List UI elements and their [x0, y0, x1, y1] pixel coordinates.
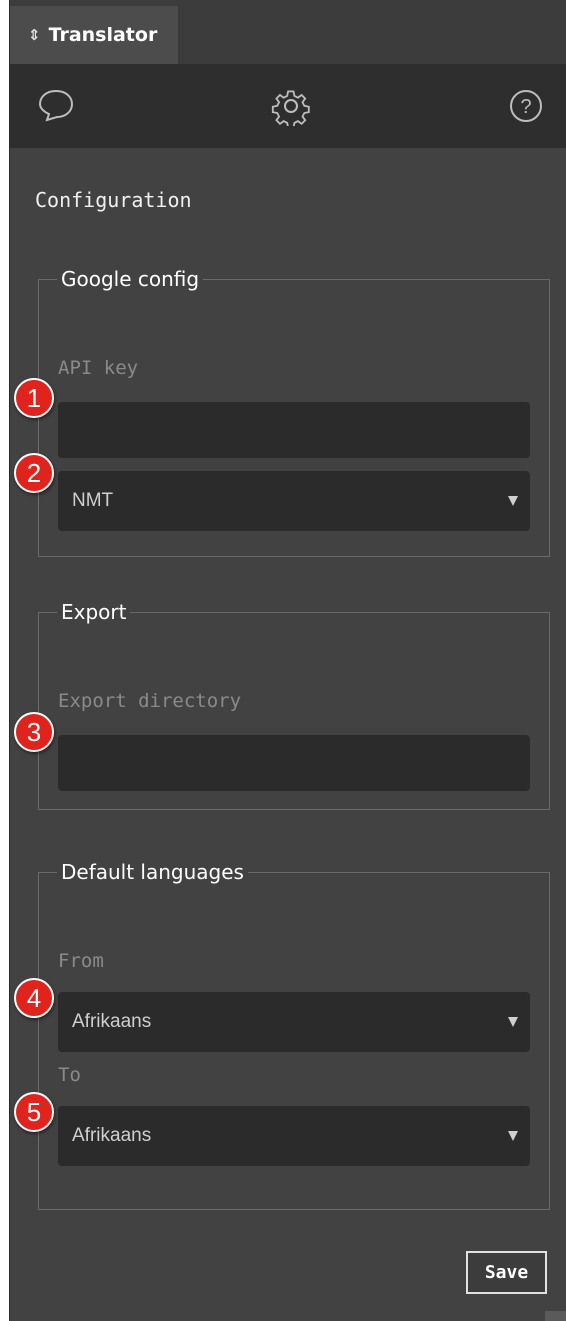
from-language-select[interactable]: Afrikaans	[58, 992, 530, 1052]
annotation-badge-3: 3	[14, 712, 54, 752]
dropdown-arrow-icon	[508, 496, 518, 506]
dropdown-arrow-icon	[508, 1017, 518, 1027]
default-languages-group: Default languages From Afrikaans To Afri…	[38, 860, 550, 1210]
dropdown-arrow-icon	[508, 1131, 518, 1141]
model-select-value: NMT	[72, 490, 114, 511]
tab-translator[interactable]: ⇕ Translator	[10, 6, 178, 64]
export-legend: Export	[61, 600, 127, 624]
api-key-input[interactable]	[58, 402, 530, 458]
sort-icon: ⇕	[28, 26, 41, 44]
from-language-value: Afrikaans	[72, 1011, 152, 1032]
gear-icon[interactable]	[266, 81, 316, 131]
annotation-badge-2: 2	[14, 453, 54, 493]
default-languages-legend: Default languages	[61, 860, 244, 884]
resize-corner	[545, 1311, 566, 1321]
to-language-value: Afrikaans	[72, 1125, 152, 1146]
configuration-form: Configuration Google config API key NMT …	[10, 148, 566, 1321]
export-directory-input[interactable]	[58, 735, 530, 791]
annotation-badge-1: 1	[14, 378, 54, 418]
page-title: Configuration	[35, 188, 192, 212]
google-config-legend: Google config	[61, 267, 200, 291]
annotation-badge-4: 4	[14, 978, 54, 1018]
translator-panel: ⇕ Translator ? Configuration Google conf…	[9, 0, 566, 1321]
help-icon[interactable]: ?	[501, 81, 551, 131]
google-config-group: Google config API key NMT	[38, 267, 550, 557]
svg-text:?: ?	[520, 96, 531, 118]
to-label: To	[58, 1064, 81, 1086]
annotation-badge-5: 5	[14, 1092, 54, 1132]
from-label: From	[58, 950, 104, 972]
tab-bar: ⇕ Translator	[10, 0, 566, 65]
to-language-select[interactable]: Afrikaans	[58, 1106, 530, 1166]
model-select[interactable]: NMT	[58, 471, 530, 531]
tab-label: Translator	[48, 24, 158, 46]
chat-icon[interactable]	[31, 81, 81, 131]
export-group: Export Export directory	[38, 600, 550, 810]
save-button[interactable]: Save	[466, 1251, 547, 1294]
export-directory-label: Export directory	[58, 690, 242, 712]
toolbar: ?	[10, 64, 566, 148]
api-key-label: API key	[58, 357, 139, 379]
